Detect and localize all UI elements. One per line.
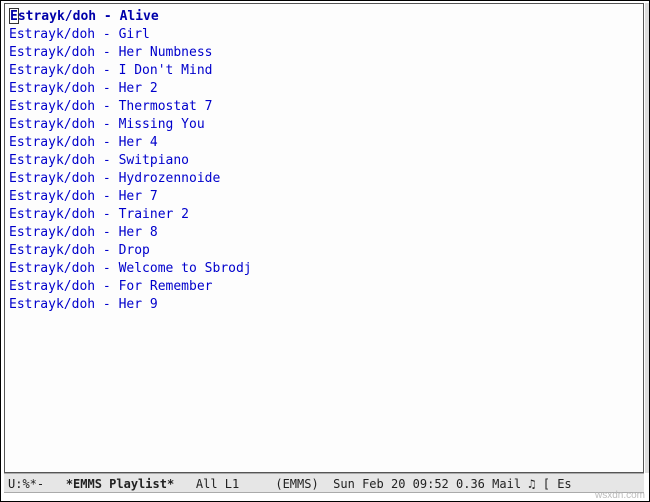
- playlist-track[interactable]: Estrayk/doh - Welcome to Sbrodj: [9, 260, 639, 278]
- playlist: Estrayk/doh - AliveEstrayk/doh - GirlEst…: [9, 8, 639, 314]
- music-note-icon: [528, 477, 535, 491]
- modeline-datetime: Sun Feb 20 09:52: [333, 477, 449, 491]
- playlist-track[interactable]: Estrayk/doh - Her 8: [9, 224, 639, 242]
- playlist-track[interactable]: Estrayk/doh - Switpiano: [9, 152, 639, 170]
- modeline-buffer-name: *EMMS Playlist*: [66, 477, 174, 491]
- playlist-track[interactable]: Estrayk/doh - Her 2: [9, 80, 639, 98]
- playlist-track[interactable]: Estrayk/doh - Trainer 2: [9, 206, 639, 224]
- minibuffer[interactable]: [4, 493, 644, 501]
- scrollbar[interactable]: [645, 3, 649, 473]
- modeline-now-playing: [ Es: [543, 477, 572, 491]
- playlist-track[interactable]: Estrayk/doh - Her Numbness: [9, 44, 639, 62]
- modeline-mode: (EMMS): [275, 477, 318, 491]
- playlist-track[interactable]: Estrayk/doh - Girl: [9, 26, 639, 44]
- playlist-track[interactable]: Estrayk/doh - Alive: [9, 8, 639, 26]
- left-gutter: [1, 3, 3, 473]
- playlist-track[interactable]: Estrayk/doh - I Don't Mind: [9, 62, 639, 80]
- playlist-track[interactable]: Estrayk/doh - Her 4: [9, 134, 639, 152]
- modeline: U:%*- *EMMS Playlist* All L1 (EMMS) Sun …: [4, 473, 644, 493]
- playlist-track[interactable]: Estrayk/doh - Thermostat 7: [9, 98, 639, 116]
- playlist-track[interactable]: Estrayk/doh - Her 9: [9, 296, 639, 314]
- playlist-track[interactable]: Estrayk/doh - For Remember: [9, 278, 639, 296]
- editor-buffer[interactable]: Estrayk/doh - AliveEstrayk/doh - GirlEst…: [4, 3, 644, 473]
- playlist-track[interactable]: Estrayk/doh - Her 7: [9, 188, 639, 206]
- modeline-status: U:%*-: [8, 477, 44, 491]
- modeline-load: 0.36: [456, 477, 485, 491]
- text-cursor: E: [9, 8, 19, 24]
- playlist-track[interactable]: Estrayk/doh - Missing You: [9, 116, 639, 134]
- playlist-track[interactable]: Estrayk/doh - Drop: [9, 242, 639, 260]
- watermark: wsxdn.com: [595, 490, 645, 501]
- playlist-track[interactable]: Estrayk/doh - Hydrozennoide: [9, 170, 639, 188]
- modeline-mail: Mail: [492, 477, 521, 491]
- modeline-position: All L1: [196, 477, 239, 491]
